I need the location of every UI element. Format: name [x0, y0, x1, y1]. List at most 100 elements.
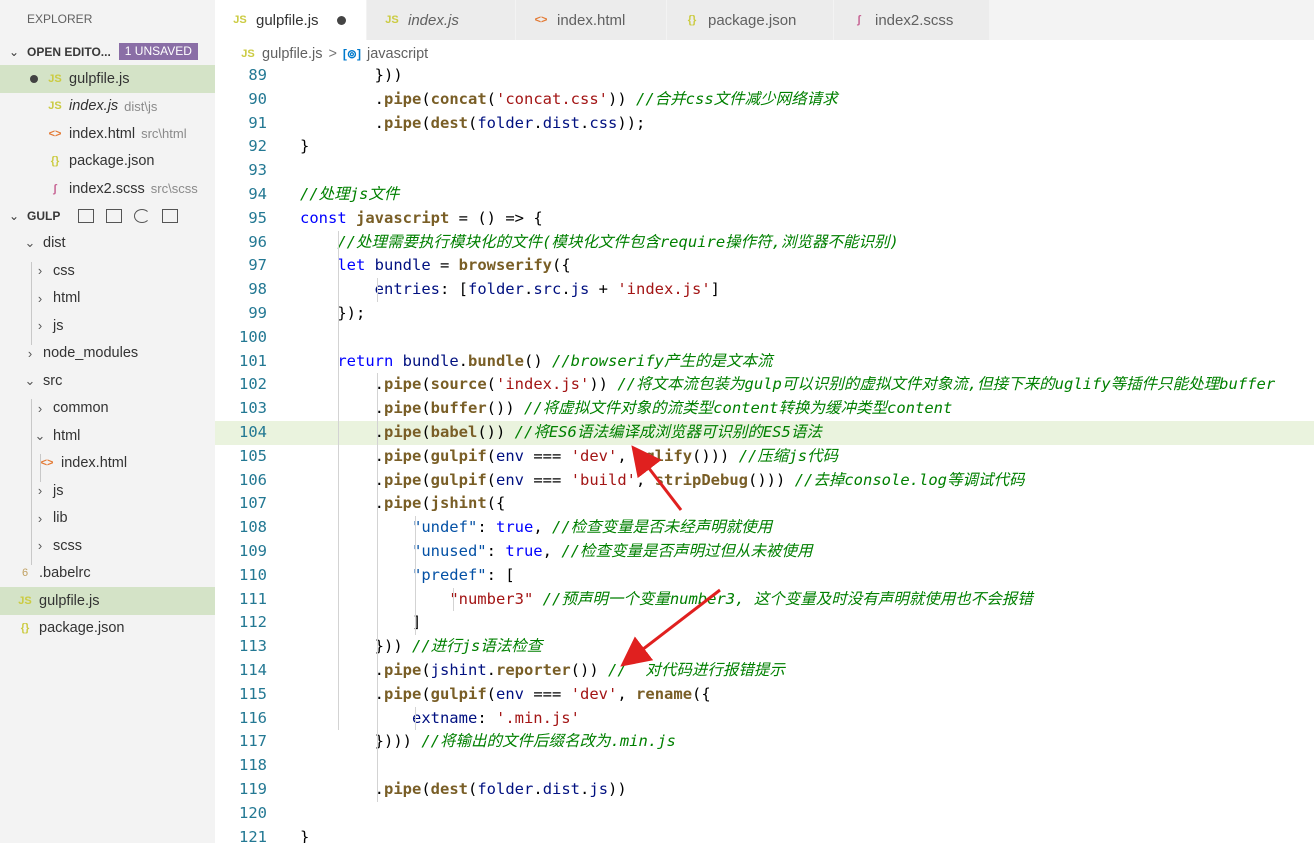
open-editor-index-js[interactable]: JS index.js dist\js [0, 93, 215, 121]
breadcrumb-symbol[interactable]: javascript [367, 46, 428, 62]
code-text: let bundle = browserify({ [337, 256, 571, 275]
tree-folder-src-js[interactable]: › js [0, 477, 215, 505]
breadcrumb-file[interactable]: gulpfile.js [262, 46, 322, 62]
line-number: 105 [239, 446, 267, 465]
tree-item-label: css [53, 262, 75, 279]
code-text: .pipe(concat('concat.css')) //合并css文件减少网… [300, 89, 838, 108]
code-line[interactable]: 94 //处理js文件 [215, 183, 1314, 207]
tree-file-babelrc[interactable]: 6 .babelrc [0, 560, 215, 588]
code-line[interactable]: 91 .pipe(dest(folder.dist.css)); [215, 112, 1314, 136]
open-editors-label: OPEN EDITO... [27, 44, 111, 59]
code-line[interactable]: 120 [215, 802, 1314, 826]
code-line[interactable]: 118 [215, 754, 1314, 778]
tree-folder-src[interactable]: ⌄ src [0, 367, 215, 395]
code-line[interactable]: 116 extname: '.min.js' [215, 707, 1314, 731]
code-editor[interactable]: 89 })) 90 .pipe(concat('concat.css')) //合… [215, 68, 1314, 843]
unsaved-dot-icon[interactable] [336, 15, 346, 25]
code-line[interactable]: 103 .pipe(buffer()) //将虚拟文件对象的流类型content… [215, 397, 1314, 421]
tab-package-json[interactable]: {} package.json [667, 0, 834, 40]
refresh-icon[interactable] [134, 209, 151, 223]
collapse-all-icon[interactable] [162, 209, 179, 223]
tree-folder-lib[interactable]: › lib [0, 505, 215, 533]
code-line[interactable]: 112 ] [215, 611, 1314, 635]
tree-folder-dist[interactable]: ⌄ dist [0, 230, 215, 258]
tree-indent-guide [40, 454, 41, 482]
new-folder-icon[interactable] [106, 209, 123, 223]
scss-file-icon: ʃ [857, 14, 861, 26]
tab-gulpfile[interactable]: JS gulpfile.js [215, 0, 367, 40]
code-line[interactable]: 96 //处理需要执行模块化的文件(模块化文件包含require操作符,浏览器不… [215, 231, 1314, 255]
line-number: 109 [239, 542, 267, 560]
tree-indent-guide [31, 399, 32, 565]
open-editors-header[interactable]: ⌄ OPEN EDITO... 1 UNSAVED [0, 38, 215, 65]
js-file-icon: JS [241, 48, 255, 60]
code-line[interactable]: 114 .pipe(jshint.reporter()) // 对代码进行报错提… [215, 659, 1314, 683]
code-text: .pipe(dest(folder.dist.js)) [300, 780, 627, 798]
line-number: 94 [248, 185, 267, 203]
line-number: 106 [239, 470, 267, 489]
line-number: 119 [239, 780, 267, 798]
line-number: 116 [239, 708, 267, 727]
code-line[interactable]: 102 .pipe(source('index.js')) //将文本流包装为g… [215, 373, 1314, 397]
tree-item-label: index.html [61, 455, 128, 472]
open-editor-gulpfile[interactable]: JS gulpfile.js [0, 65, 215, 93]
code-line[interactable]: 90 .pipe(concat('concat.css')) //合并css文件… [215, 88, 1314, 112]
babel-file-icon: 6 [21, 567, 29, 580]
code-line[interactable]: 108 "undef": true, //检查变量是否未经声明就使用 [215, 516, 1314, 540]
code-line[interactable]: 93 [215, 159, 1314, 183]
code-text: const javascript = () => { [300, 208, 543, 227]
tree-file-gulpfile[interactable]: JS gulpfile.js [0, 587, 215, 615]
open-editor-package-json[interactable]: {} package.json [0, 148, 215, 176]
code-line[interactable]: 95 const javascript = () => { [215, 207, 1314, 231]
breadcrumb-separator: > [328, 46, 337, 62]
code-line[interactable]: 119 .pipe(dest(folder.dist.js)) [215, 778, 1314, 802]
open-editor-name: index2.scss [69, 180, 145, 197]
chevron-right-icon: › [37, 290, 43, 306]
code-line[interactable]: 100 [215, 326, 1314, 350]
code-line[interactable]: 98 entries: [folder.src.js + 'index.js'] [215, 278, 1314, 302]
tab-index-js[interactable]: JS index.js [367, 0, 516, 40]
code-line[interactable]: 115 .pipe(gulpif(env === 'dev', rename({ [215, 683, 1314, 707]
code-line[interactable]: 105 .pipe(gulpif(env === 'dev', uglify()… [215, 445, 1314, 469]
chevron-right-icon: › [37, 263, 43, 279]
code-line[interactable]: 104 .pipe(babel()) //将ES6语法编译成浏览器可识别的ES5… [215, 421, 1314, 445]
line-number: 107 [239, 494, 267, 513]
tree-file-index-html[interactable]: <> index.html [0, 450, 215, 478]
code-line[interactable]: 89 })) [215, 68, 1314, 88]
code-line[interactable]: 113 })) //进行js语法检查 [215, 635, 1314, 659]
open-editor-index-html[interactable]: <> index.html src\html [0, 120, 215, 148]
code-line[interactable]: 109 "unused": true, //检查变量是否声明过但从未被使用 [215, 540, 1314, 564]
code-text: //处理js文件 [300, 185, 400, 203]
code-line[interactable]: 92} [215, 135, 1314, 159]
code-line[interactable]: 107 .pipe(jshint({ [215, 492, 1314, 516]
code-text: } [300, 827, 310, 843]
new-file-icon[interactable] [78, 209, 95, 223]
code-line[interactable]: 101 return bundle.bundle() //browserify产… [215, 350, 1314, 374]
code-text: .pipe(gulpif(env === 'build', stripDebug… [300, 470, 1025, 489]
tree-folder-scss[interactable]: › scss [0, 532, 215, 560]
chevron-down-icon: ⌄ [24, 235, 36, 251]
tree-folder-js[interactable]: › js [0, 312, 215, 340]
tree-folder-css[interactable]: › css [0, 257, 215, 285]
code-line[interactable]: 99 }); [215, 302, 1314, 326]
code-line[interactable]: 117 }))) //将输出的文件后缀名改为.min.js [215, 730, 1314, 754]
tree-folder-node-modules[interactable]: › node_modules [0, 340, 215, 368]
code-line[interactable]: 106 .pipe(gulpif(env === 'build', stripD… [215, 469, 1314, 493]
tab-index2-scss[interactable]: ʃ index2.scss [834, 0, 990, 40]
tree-folder-src-html[interactable]: ⌄ html [0, 422, 215, 450]
code-line[interactable]: 97 let bundle = browserify({ [215, 254, 1314, 278]
tree-folder-common[interactable]: › common [0, 395, 215, 423]
project-header[interactable]: ⌄ GULP [0, 203, 215, 230]
open-editor-name: index.js [69, 98, 119, 115]
code-line[interactable]: 110 "predef": [ [215, 564, 1314, 588]
tree-file-package-json[interactable]: {} package.json [0, 615, 215, 643]
tree-folder-html[interactable]: › html [0, 285, 215, 313]
js-file-icon: JS [48, 100, 62, 113]
code-line[interactable]: 121} [215, 826, 1314, 843]
tab-index-html[interactable]: <> index.html [516, 0, 667, 40]
line-number: 91 [248, 113, 267, 132]
open-editor-index2-scss[interactable]: ʃ index2.scss src\scss [0, 175, 215, 203]
code-line[interactable]: 111 "number3" //预声明一个变量number3, 这个变量及时没有… [215, 588, 1314, 612]
code-text: "undef": true, //检查变量是否未经声明就使用 [411, 518, 773, 537]
line-number: 111 [239, 589, 267, 608]
